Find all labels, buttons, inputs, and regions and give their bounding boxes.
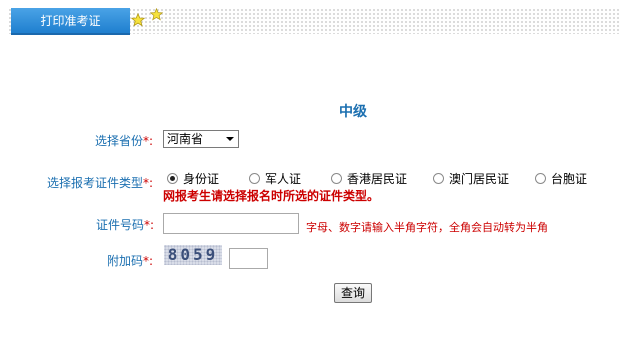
captcha-label: 附加码*: xyxy=(107,252,153,269)
id-number-input[interactable] xyxy=(163,213,299,234)
required-mark: *: xyxy=(143,134,154,148)
radio-id-card[interactable]: 身份证 xyxy=(167,170,219,186)
radio-button[interactable] xyxy=(433,172,444,184)
province-select[interactable]: 河南省 xyxy=(163,130,239,148)
star-icon xyxy=(131,13,145,27)
id-type-label: 选择报考证件类型*: xyxy=(47,174,153,191)
id-number-label: 证件号码*: xyxy=(96,216,154,233)
query-button[interactable]: 查询 xyxy=(334,283,372,303)
province-selected-value: 河南省 xyxy=(167,132,204,146)
chevron-down-icon xyxy=(226,137,234,141)
radio-button[interactable] xyxy=(249,172,260,184)
id-number-hint: 字母、数字请输入半角字符，全角会自动转为半角 xyxy=(306,221,548,234)
captcha-label-text: 附加码 xyxy=(107,254,144,268)
radio-button[interactable] xyxy=(331,172,342,184)
radio-taiwan-card[interactable]: 台胞证 xyxy=(535,170,587,186)
radio-label: 身份证 xyxy=(183,171,220,186)
radio-military-card[interactable]: 军人证 xyxy=(249,170,301,186)
province-label-text: 选择省份 xyxy=(95,134,144,148)
radio-label: 香港居民证 xyxy=(347,171,408,186)
radio-button[interactable] xyxy=(535,172,546,184)
radio-button[interactable] xyxy=(167,172,178,184)
tab-print-admission[interactable]: 打印准考证 xyxy=(11,8,130,35)
radio-label: 澳门居民证 xyxy=(449,171,510,186)
captcha-input[interactable] xyxy=(229,248,268,269)
id-type-warning: 网报考生请选择报名时所选的证件类型。 xyxy=(163,189,380,203)
radio-macau-card[interactable]: 澳门居民证 xyxy=(433,170,509,186)
radio-hongkong-card[interactable]: 香港居民证 xyxy=(331,170,407,186)
level-title: 中级 xyxy=(339,104,367,120)
star-icon xyxy=(150,8,163,21)
radio-label: 台胞证 xyxy=(551,171,588,186)
required-mark: *: xyxy=(143,254,154,268)
required-mark: *: xyxy=(144,218,155,232)
id-number-label-text: 证件号码 xyxy=(96,218,145,232)
required-mark: *: xyxy=(143,176,154,190)
captcha-image[interactable]: 8059 xyxy=(164,245,222,265)
province-label: 选择省份*: xyxy=(95,132,153,149)
radio-label: 军人证 xyxy=(265,171,302,186)
id-type-label-text: 选择报考证件类型 xyxy=(47,176,144,190)
